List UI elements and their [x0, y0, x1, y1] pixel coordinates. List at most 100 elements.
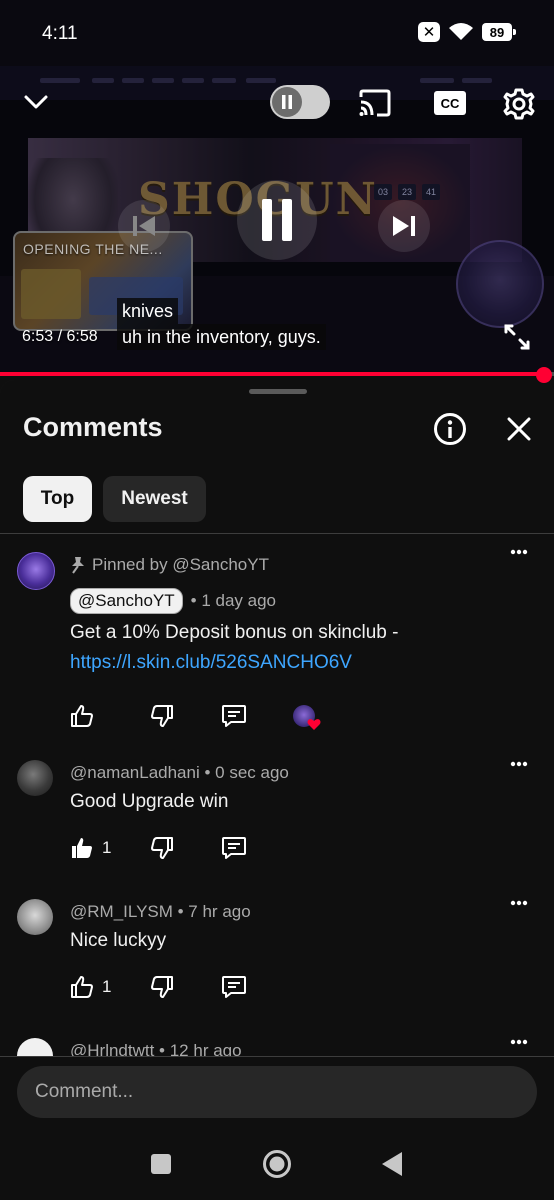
filter-chip-top[interactable]: Top [23, 476, 92, 522]
cast-button[interactable] [356, 86, 394, 120]
cc-icon: CC [434, 91, 466, 115]
seek-bar-progress [0, 372, 548, 376]
skip-next-icon [393, 216, 415, 236]
like-button[interactable]: 1 [70, 975, 111, 999]
pinned-text: Pinned by @SanchoYT [92, 555, 269, 574]
more-options-button[interactable] [505, 752, 533, 776]
creator-badge[interactable]: @SanchoYT [70, 588, 183, 614]
close-icon [507, 417, 531, 441]
more-options-button[interactable] [505, 540, 533, 564]
seek-bar[interactable] [0, 372, 554, 376]
battery-level: 89 [489, 24, 505, 40]
comment-text: Good Upgrade win [70, 791, 229, 812]
pinned-label: Pinned by @SanchoYT [70, 555, 269, 575]
avatar[interactable] [17, 760, 53, 796]
avatar[interactable] [17, 552, 55, 590]
filter-chip-newest[interactable]: Newest [103, 476, 206, 522]
pause-icon [282, 95, 292, 109]
info-icon [434, 413, 466, 445]
comment-text-body: Get a 10% Deposit bonus on skinclub - [70, 622, 399, 643]
cc-label: CC [440, 95, 460, 111]
comment-text: Nice luckyy [70, 930, 167, 951]
avatar[interactable] [17, 899, 53, 935]
fullscreen-icon [504, 324, 530, 350]
system-nav-bar [0, 1130, 554, 1200]
drag-handle[interactable] [249, 389, 307, 394]
back-icon [382, 1152, 402, 1176]
filter-chip-label: Top [40, 488, 75, 509]
reply-button[interactable] [221, 836, 247, 860]
previous-button[interactable] [118, 200, 170, 252]
caption-overlay: knives uh in the inventory, guys. [117, 298, 326, 350]
thumbs-up-icon [71, 705, 93, 727]
comments-panel: Comments Top Newest Pinned by @SanchoYT … [0, 380, 554, 1200]
back-button[interactable] [370, 1142, 414, 1186]
comment-time-value: 1 day ago [201, 591, 277, 610]
thumbs-down-icon [151, 976, 173, 998]
divider [0, 533, 554, 534]
info-button[interactable] [433, 412, 467, 446]
like-count: 1 [102, 977, 112, 996]
comment-time: • 1 day ago [190, 591, 277, 610]
like-button[interactable] [70, 704, 94, 728]
video-player[interactable]: SHOGUN 03 23 41 CC OPENING THE NE... kni… [0, 66, 554, 376]
gear-icon [503, 88, 535, 120]
seek-bar-handle[interactable] [536, 367, 552, 383]
comment-input[interactable] [17, 1066, 537, 1118]
recents-icon [151, 1154, 171, 1174]
thumbs-down-icon [151, 837, 173, 859]
skip-previous-icon [133, 216, 155, 236]
heart-icon [307, 719, 321, 730]
battery-icon: 89 [482, 23, 516, 41]
close-button[interactable] [504, 414, 534, 444]
minimize-button[interactable] [18, 86, 54, 118]
status-icons: ✕ 89 [418, 22, 516, 42]
captions-button[interactable]: CC [432, 88, 468, 118]
more-vert-icon [510, 900, 528, 906]
comment-text: Get a 10% Deposit bonus on skinclub - ht… [70, 618, 398, 678]
chevron-down-icon [24, 95, 48, 109]
more-vert-icon [510, 761, 528, 767]
reply-icon [222, 976, 246, 998]
cast-icon [359, 89, 391, 117]
more-vert-icon [510, 1039, 528, 1045]
sim-off-icon: ✕ [418, 22, 440, 42]
reply-icon [222, 705, 246, 727]
comment-link[interactable]: https://l.skin.club/526SANCHO6V [70, 652, 352, 673]
author-line: @SanchoYT • 1 day ago [70, 588, 276, 614]
next-button[interactable] [378, 200, 430, 252]
thumbs-down-icon [151, 705, 173, 727]
preview-art [21, 269, 81, 319]
reply-button[interactable] [221, 975, 247, 999]
thumbs-up-filled-icon [72, 838, 92, 858]
author-line[interactable]: @RM_ILYSM • 7 hr ago [70, 902, 251, 922]
thumbs-up-icon [71, 976, 93, 998]
caption-line: knives [117, 298, 179, 324]
settings-button[interactable] [500, 86, 538, 122]
autoplay-toggle[interactable] [270, 85, 330, 119]
like-button[interactable]: 1 [70, 836, 111, 860]
pin-icon [72, 557, 84, 574]
home-button[interactable] [255, 1142, 299, 1186]
wifi-icon [449, 23, 473, 40]
pause-icon [262, 199, 292, 241]
dislike-button[interactable] [150, 704, 174, 728]
more-vert-icon [510, 549, 528, 555]
status-bar: 4:11 ✕ 89 [0, 0, 554, 66]
fullscreen-button[interactable] [492, 312, 542, 362]
autoplay-knob [272, 87, 302, 117]
filter-chip-label: Newest [121, 488, 188, 509]
play-pause-button[interactable] [237, 180, 317, 260]
comments-panel-body: Comments Top Newest Pinned by @SanchoYT … [0, 380, 554, 1200]
reply-button[interactable] [221, 704, 247, 728]
like-count: 1 [102, 838, 112, 857]
more-options-button[interactable] [505, 891, 533, 915]
home-icon [263, 1150, 291, 1178]
author-line[interactable]: @namanLadhani • 0 sec ago [70, 763, 289, 783]
dislike-button[interactable] [150, 975, 174, 999]
more-options-button[interactable] [505, 1030, 533, 1054]
dislike-button[interactable] [150, 836, 174, 860]
recents-button[interactable] [139, 1142, 183, 1186]
caption-line: uh in the inventory, guys. [117, 324, 326, 350]
creator-heart-avatar [293, 705, 321, 730]
